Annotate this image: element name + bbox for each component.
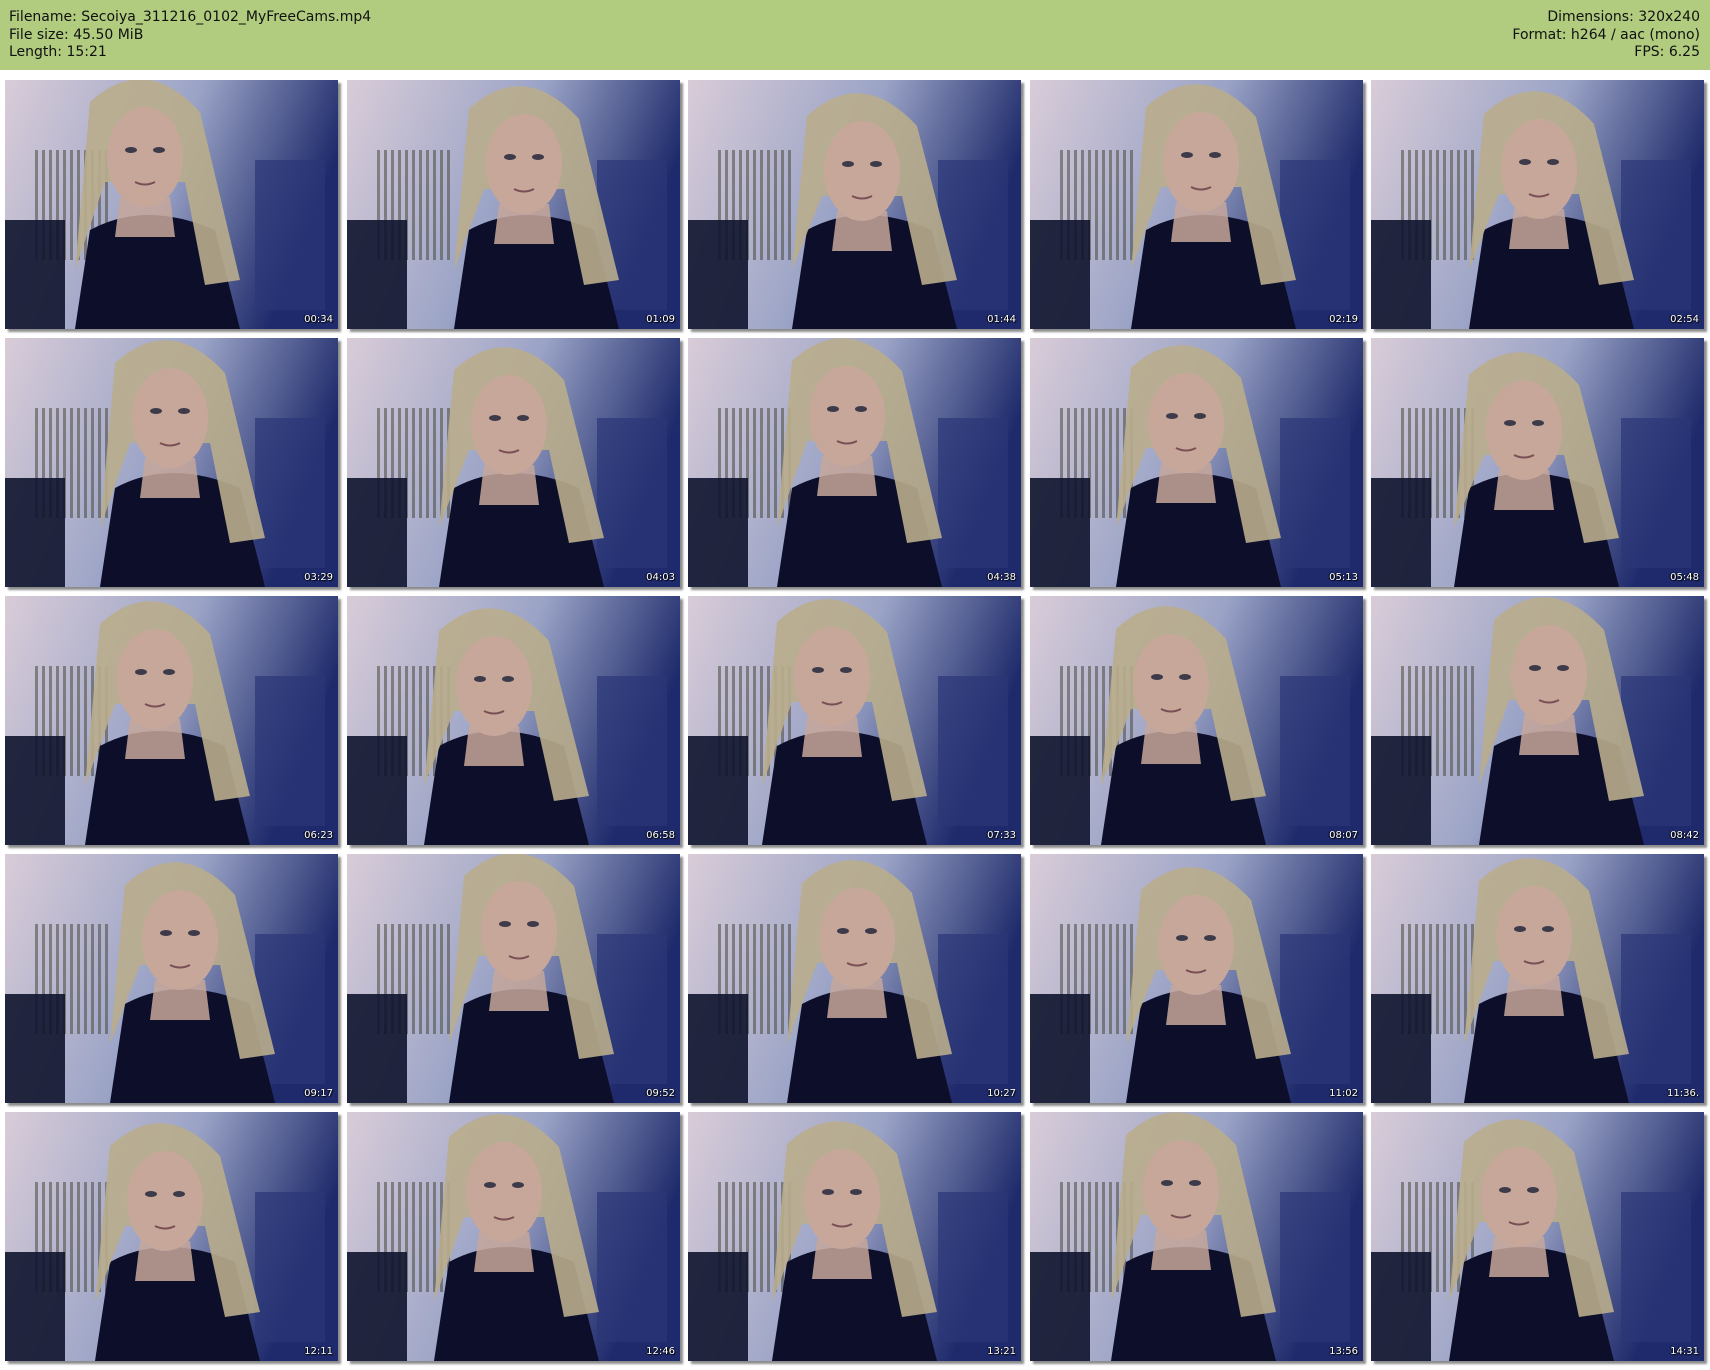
timestamp-label: 12:11	[304, 1346, 333, 1357]
filename-text: Filename: Secoiya_311216_0102_MyFreeCams…	[9, 9, 372, 25]
timestamp-label: 14:31	[1670, 1346, 1699, 1357]
webcam-frame-image	[347, 80, 680, 329]
timestamp-label: 11:36.	[1667, 1088, 1699, 1099]
timestamp-label: 00:34	[304, 314, 333, 325]
video-thumbnail[interactable]: 12:46	[347, 1112, 680, 1361]
thumbnail-grid: 00:34 01:09 01:44 02:19 02:54 03:29 04:03 04:38…	[5, 80, 1705, 1365]
video-thumbnail[interactable]: 13:21	[688, 1112, 1021, 1361]
format-text: Format: h264 / aac (mono)	[1512, 26, 1700, 43]
video-thumbnail[interactable]: 04:03	[347, 338, 680, 587]
timestamp-label: 06:23	[304, 830, 333, 841]
timestamp-label: 08:42	[1670, 830, 1699, 841]
video-thumbnail[interactable]: 13:56	[1030, 1112, 1363, 1361]
webcam-frame-image	[1030, 338, 1363, 587]
timestamp-label: 13:56	[1329, 1346, 1358, 1357]
webcam-frame-image	[1371, 338, 1704, 587]
video-thumbnail[interactable]: 07:33	[688, 596, 1021, 845]
timestamp-label: 04:03	[646, 572, 675, 583]
webcam-frame-image	[1030, 1112, 1363, 1361]
video-thumbnail[interactable]: 10:27	[688, 854, 1021, 1103]
timestamp-label: 05:13	[1329, 572, 1358, 583]
video-thumbnail[interactable]: 04:38	[688, 338, 1021, 587]
webcam-frame-image	[1371, 596, 1704, 845]
webcam-frame-image	[347, 854, 680, 1103]
webcam-frame-image	[347, 596, 680, 845]
timestamp-label: 02:19	[1329, 314, 1358, 325]
video-thumbnail[interactable]: 00:34	[5, 80, 338, 329]
timestamp-label: 13:21	[987, 1346, 1016, 1357]
webcam-frame-image	[5, 1112, 338, 1361]
timestamp-label: 08:07	[1329, 830, 1358, 841]
timestamp-label: 01:44	[987, 314, 1016, 325]
video-thumbnail[interactable]: 11:02	[1030, 854, 1363, 1103]
video-thumbnail[interactable]: 05:13	[1030, 338, 1363, 587]
webcam-frame-image	[1030, 596, 1363, 845]
webcam-frame-image	[1030, 80, 1363, 329]
video-thumbnail[interactable]: 02:54	[1371, 80, 1704, 329]
video-thumbnail[interactable]: 09:17	[5, 854, 338, 1103]
webcam-frame-image	[688, 80, 1021, 329]
timestamp-label: 04:38	[987, 572, 1016, 583]
timestamp-label: 09:17	[304, 1088, 333, 1099]
timestamp-label: 05:48	[1670, 572, 1699, 583]
video-thumbnail[interactable]: 06:23	[5, 596, 338, 845]
webcam-frame-image	[5, 596, 338, 845]
webcam-frame-image	[347, 1112, 680, 1361]
video-thumbnail[interactable]: 01:44	[688, 80, 1021, 329]
video-thumbnail[interactable]: 03:29	[5, 338, 338, 587]
timestamp-label: 06:58	[646, 830, 675, 841]
timestamp-label: 09:52	[646, 1088, 675, 1099]
video-thumbnail[interactable]: 12:11	[5, 1112, 338, 1361]
timestamp-label: 11:02	[1329, 1088, 1358, 1099]
video-thumbnail[interactable]: 06:58	[347, 596, 680, 845]
webcam-frame-image	[688, 596, 1021, 845]
video-thumbnail[interactable]: 05:48	[1371, 338, 1704, 587]
video-thumbnail[interactable]: 11:36.	[1371, 854, 1704, 1103]
webcam-frame-image	[688, 854, 1021, 1103]
webcam-frame-image	[1371, 854, 1704, 1103]
fps-text: FPS: 6.25	[1634, 44, 1700, 60]
dimensions-text: Dimensions: 320x240	[1547, 9, 1700, 25]
video-thumbnail[interactable]: 08:42	[1371, 596, 1704, 845]
info-header: Filename: Secoiya_311216_0102_MyFreeCams…	[0, 0, 1710, 70]
webcam-frame-image	[1030, 854, 1363, 1103]
video-thumbnail[interactable]: 01:09	[347, 80, 680, 329]
timestamp-label: 01:09	[646, 314, 675, 325]
info-left-column: Filename: Secoiya_311216_0102_MyFreeCams…	[9, 9, 371, 62]
info-right-column: Dimensions: 320x240 Format: h264 / aac (…	[1512, 9, 1700, 62]
video-thumbnail[interactable]: 09:52	[347, 854, 680, 1103]
video-thumbnail[interactable]: 08:07	[1030, 596, 1363, 845]
webcam-frame-image	[1371, 1112, 1704, 1361]
webcam-frame-image	[5, 854, 338, 1103]
webcam-frame-image	[5, 80, 338, 329]
webcam-frame-image	[5, 338, 338, 587]
webcam-frame-image	[1371, 80, 1704, 329]
file-size-text: File size: 45.50 MiB	[9, 26, 144, 43]
timestamp-label: 02:54	[1670, 314, 1699, 325]
webcam-frame-image	[688, 338, 1021, 587]
timestamp-label: 10:27	[987, 1088, 1016, 1099]
length-text: Length: 15:21	[9, 44, 107, 60]
timestamp-label: 03:29	[304, 572, 333, 583]
timestamp-label: 12:46	[646, 1346, 675, 1357]
video-thumbnail[interactable]: 14:31	[1371, 1112, 1704, 1361]
video-thumbnail[interactable]: 02:19	[1030, 80, 1363, 329]
webcam-frame-image	[688, 1112, 1021, 1361]
webcam-frame-image	[347, 338, 680, 587]
timestamp-label: 07:33	[987, 830, 1016, 841]
